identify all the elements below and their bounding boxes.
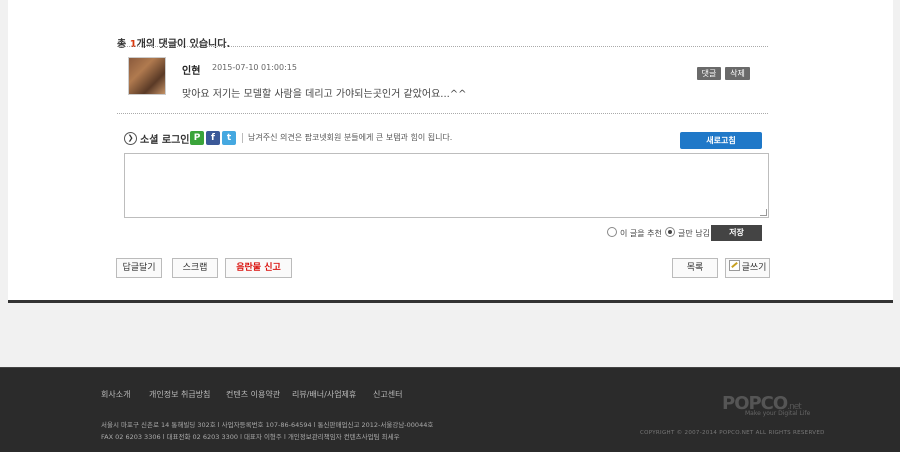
logo-tagline: Make your Digital Life bbox=[745, 410, 811, 417]
radio-icon[interactable] bbox=[607, 227, 617, 237]
comment-only-option[interactable]: 글만 남김 bbox=[665, 227, 710, 239]
report-button[interactable]: 음란물 신고 bbox=[225, 258, 292, 278]
resize-handle[interactable] bbox=[760, 209, 767, 216]
social-login-label: 소셜 로그인 bbox=[140, 135, 190, 146]
twitter-icon[interactable]: t bbox=[222, 131, 236, 145]
save-button[interactable]: 저장 bbox=[711, 225, 762, 241]
comment-author: 인현 bbox=[182, 66, 201, 77]
comment-reply-button[interactable]: 댓글 bbox=[697, 67, 721, 80]
facebook-icon[interactable]: f bbox=[206, 131, 220, 145]
comment-delete-button[interactable]: 삭제 bbox=[725, 67, 750, 80]
radio-checked-icon[interactable] bbox=[665, 227, 675, 237]
popco-login-icon[interactable]: P bbox=[190, 131, 204, 145]
footer-link-report[interactable]: 신고센터 bbox=[373, 389, 402, 400]
footer: 회사소개 개인정보 취급방침 컨텐츠 이용약관 리뷰/배너/사업제휴 신고센터 … bbox=[0, 367, 900, 452]
pencil-icon bbox=[728, 260, 740, 271]
comment-count-number: 1 bbox=[129, 39, 137, 50]
list-button[interactable]: 목록 bbox=[672, 258, 718, 278]
footer-link-privacy[interactable]: 개인정보 취급방침 bbox=[149, 389, 210, 400]
footer-link-terms[interactable]: 컨텐츠 이용약관 bbox=[226, 389, 280, 400]
recommend-option[interactable]: 이 글을 추천 bbox=[607, 227, 662, 239]
company-info-line1: 서울시 마포구 신촌로 14 통해빌딩 302호 l 사업자등록번호 107-8… bbox=[101, 421, 434, 429]
copyright: COPYRIGHT © 2007-2014 POPCO.NET ALL RIGH… bbox=[640, 430, 825, 436]
comment-text: 맞아요 저기는 모델할 사람을 데리고 가야되는곳인거 같았어요...^^ bbox=[182, 89, 467, 100]
divider bbox=[117, 46, 768, 47]
footer-link-company[interactable]: 회사소개 bbox=[101, 389, 130, 400]
chevron-right-icon: ❯ bbox=[124, 132, 137, 145]
write-button[interactable]: 글쓰기 bbox=[725, 258, 770, 278]
separator bbox=[242, 133, 243, 143]
reply-button[interactable]: 답글달기 bbox=[116, 258, 162, 278]
refresh-button[interactable]: 새로고침 bbox=[680, 132, 762, 149]
comment-date: 2015-07-10 01:00:15 bbox=[212, 63, 297, 72]
comment-textarea[interactable] bbox=[124, 153, 769, 218]
comment-count-heading: 총 1개의 댓글이 있습니다. bbox=[117, 39, 231, 50]
divider bbox=[117, 113, 768, 114]
company-info-line2: FAX 02 6203 3306 l 대표전화 02 6203 3300 l 대… bbox=[101, 433, 400, 441]
scrap-button[interactable]: 스크랩 bbox=[172, 258, 218, 278]
footer-link-partnership[interactable]: 리뷰/배너/사업제휴 bbox=[292, 389, 356, 400]
avatar bbox=[128, 57, 166, 95]
social-note: 남겨주신 의견은 팝코넷회원 분들에게 큰 보탬과 힘이 됩니다. bbox=[248, 133, 453, 142]
